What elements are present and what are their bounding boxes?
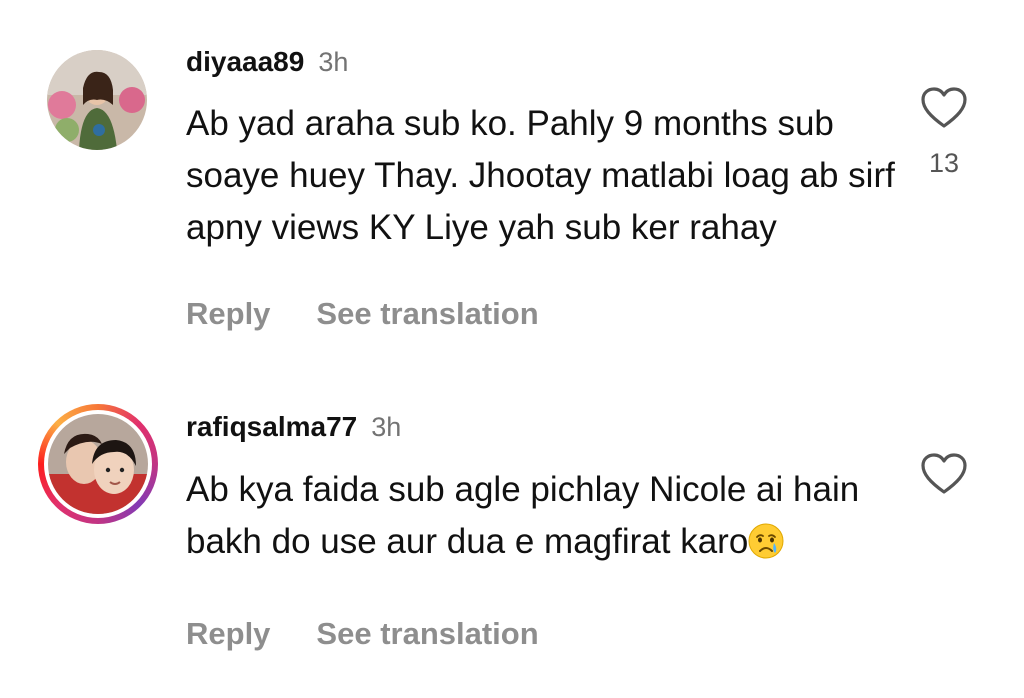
comment-header: rafiqsalma77 3h	[186, 410, 401, 444]
crying-face-emoji-icon	[748, 523, 784, 559]
username[interactable]: rafiqsalma77	[186, 411, 357, 442]
see-translation-button[interactable]: See translation	[316, 296, 538, 332]
heart-outline-icon	[921, 87, 967, 128]
comment-actions: Reply See translation	[186, 296, 539, 332]
avatar[interactable]	[47, 50, 147, 150]
reply-button[interactable]: Reply	[186, 616, 270, 652]
comment-text: Ab yad araha sub ko. Pahly 9 months sub …	[186, 104, 895, 247]
comment-actions: Reply See translation	[186, 616, 539, 652]
comment-item: diyaaa89 3h Ab yad araha sub ko. Pahly 9 …	[0, 0, 1024, 360]
see-translation-button[interactable]: See translation	[316, 616, 538, 652]
heart-outline-icon	[921, 453, 967, 494]
comment-header: diyaaa89 3h	[186, 45, 348, 79]
timestamp: 3h	[371, 412, 402, 442]
comment-text: Ab kya faida sub agle pichlay Nicole ai …	[186, 464, 906, 568]
like-button[interactable]	[918, 452, 970, 501]
timestamp: 3h	[318, 47, 349, 77]
like-count: 13	[928, 148, 960, 178]
avatar[interactable]	[48, 414, 148, 514]
avatar-photo	[48, 414, 148, 514]
reply-button[interactable]: Reply	[186, 296, 270, 332]
username[interactable]: diyaaa89	[186, 46, 304, 77]
comment-item: rafiqsalma77 3h Ab kya faida sub agle pic…	[0, 360, 1024, 698]
like-button[interactable]	[918, 86, 970, 135]
avatar-photo	[47, 50, 147, 150]
